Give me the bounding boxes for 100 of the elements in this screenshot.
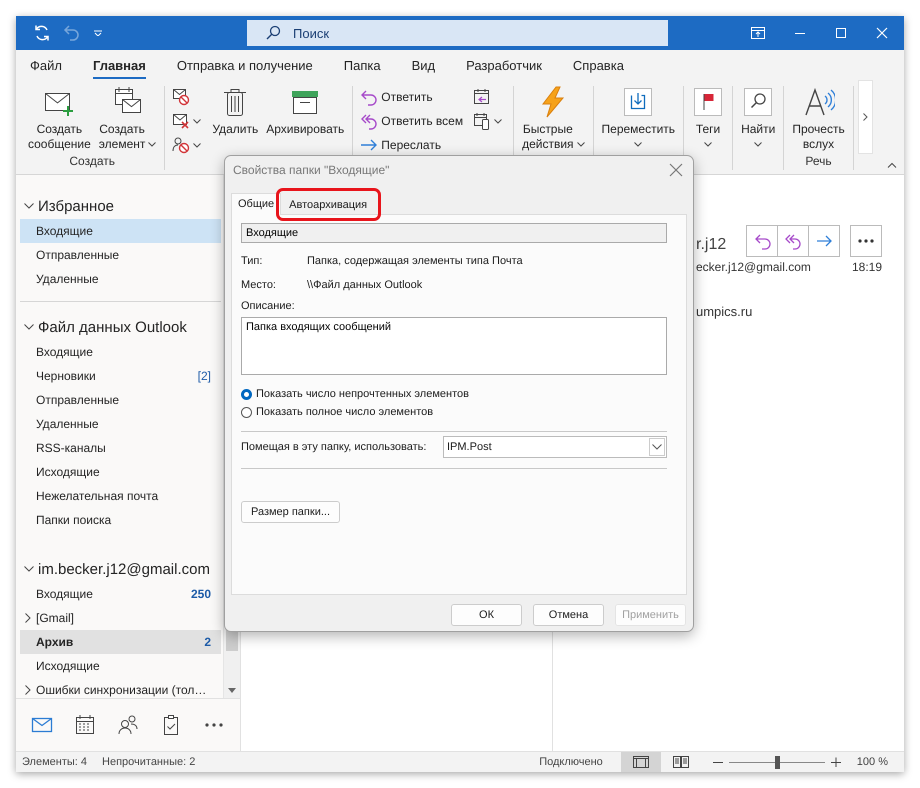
slider-thumb[interactable] [774,756,780,768]
folder-item[interactable]: Папки поиска [20,508,221,532]
folder-name: Исходящие [36,465,100,479]
folder-name: Входящие [36,224,93,238]
zoom-level: 100 % [856,756,888,768]
ribbon-button[interactable]: Прочесть вслух [789,86,848,152]
message-body: umpics.ru [696,304,754,319]
radio-option[interactable]: Показать полное число элементов [241,403,667,421]
ribbon-tab[interactable]: Файл [30,52,62,78]
forward-button[interactable] [808,225,840,257]
folder-item[interactable]: Отправленные [20,388,221,412]
folder-item[interactable]: [Gmail] [20,606,221,630]
maximize-icon[interactable] [835,27,847,39]
ribbon-tab[interactable]: Отправка и получение [176,52,313,78]
reply-all-icon [784,232,802,250]
reply-button[interactable] [746,225,778,257]
ribbon-button[interactable]: Быстрые действия [519,86,588,152]
folder-item[interactable]: Нежелательная почта [20,484,221,508]
zoom-slider[interactable] [728,756,825,768]
ribbon-button[interactable]: Переместить [598,86,678,147]
folder-name: Отправленные [36,393,120,407]
field-value: \\Файл данных Outlook [307,279,422,291]
folder-item[interactable]: Исходящие [20,460,221,484]
ribbon-button[interactable]: Удалить [209,86,262,137]
message-time: 18:19 [852,260,882,274]
people-icon[interactable] [116,713,140,737]
normal-view-button[interactable] [620,752,661,772]
normal-view-icon [632,756,649,768]
ribbon-tab[interactable]: Папка [344,52,381,78]
radio-button[interactable] [241,406,252,418]
dialog-button[interactable]: Отмена [533,604,604,626]
sync-icon[interactable] [33,24,51,42]
ribbon-icon-button[interactable] [471,110,504,132]
folder-name: Входящие [36,587,93,601]
field-label: Тип: [241,255,264,267]
reply-all-button[interactable] [777,225,809,257]
folder-group-header[interactable]: Избранное [20,193,221,219]
folder-item[interactable]: Удаленные [20,267,221,291]
field-value: Папка, содержащая элементы типа Почта [307,255,523,267]
reply-arrow-icon [360,88,378,106]
folder-name: Исходящие [36,659,100,673]
folder-item[interactable]: Входящие [20,340,221,364]
ribbon-display-icon[interactable] [751,27,765,39]
folder-item[interactable]: Ошибки синхронизации (тол… [20,678,221,698]
ribbon-button[interactable]: Найти [738,86,778,147]
ribbon-tab[interactable]: Справка [572,52,624,78]
more-dots-icon [858,239,874,243]
close-icon[interactable] [669,163,683,177]
folder-group-header[interactable]: Файл данных Outlook [20,314,221,340]
calendar-reply-icon [473,88,492,106]
ribbon-button[interactable]: Создать сообщение [25,86,94,152]
dialog-tab[interactable]: Общие [231,193,282,215]
folder-name: Нежелательная почта [36,489,158,503]
dialog-tab[interactable]: Автоархивация [283,195,374,214]
zoom-in-icon[interactable] [830,757,841,767]
folder-name: RSS-каналы [36,441,106,455]
unread-count: 250 [190,587,211,601]
ribbon-tab[interactable]: Вид [412,52,436,78]
caret-icon[interactable] [93,30,103,36]
form-dropdown[interactable]: IPM.Post [443,436,667,458]
dialog-button[interactable]: ОК [451,604,522,626]
reply-icon [753,232,771,250]
radio-button[interactable] [241,388,252,400]
name-field[interactable]: Входящие [241,223,667,243]
radio-option[interactable]: Показать число непрочтенных элементов [241,385,667,403]
folder-group-header[interactable]: im.becker.j12@gmail.com [20,556,221,582]
chevron-right-icon[interactable] [25,613,31,623]
unread-status: Непрочитанные: 2 [102,756,196,768]
ribbon-tab[interactable]: Разработчик [466,52,542,78]
ribbon-button[interactable]: Переслать [358,134,466,156]
ribbon-button[interactable]: Архивировать [263,86,348,137]
more-button[interactable] [850,225,882,257]
folder-size-button[interactable]: Размер папки... [241,501,340,523]
folder-item[interactable]: Отправленные [20,243,221,267]
search-field[interactable]: Поиск [247,20,668,46]
move-to-folder-icon [622,86,654,118]
description-field[interactable]: Папка входящих сообщений [241,317,667,375]
folder-item[interactable]: Архив 2 [20,630,221,654]
read-aloud-icon [802,86,834,118]
folder-name: Архив [36,635,74,649]
ribbon-button[interactable]: Ответить [358,86,466,108]
folder-item[interactable]: Удаленные [20,412,221,436]
folder-item[interactable]: Исходящие [20,654,221,678]
person-blocked-icon [172,136,190,154]
scroll-down-icon [228,688,236,693]
folder-item[interactable]: Входящие 250 [20,582,221,606]
collapse-ribbon-icon[interactable] [887,162,897,168]
dialog-title: Свойства папки "Входящие" [233,163,390,177]
folder-item[interactable]: Входящие [20,219,221,243]
chevron-right-icon[interactable] [25,685,31,695]
ribbon-button[interactable]: Теги [689,86,728,147]
search-icon [265,25,281,41]
ribbon-button[interactable]: Создать элемент [96,86,160,152]
flag-icon [692,86,724,118]
ribbon-tab[interactable]: Главная [92,52,146,78]
reply-all-arrow-icon [360,112,378,130]
folder-name: Черновики [36,369,96,383]
folder-item[interactable]: Черновики [2] [20,364,221,388]
ribbon-button[interactable]: Ответить всем [358,110,466,132]
folder-item[interactable]: RSS-каналы [20,436,221,460]
